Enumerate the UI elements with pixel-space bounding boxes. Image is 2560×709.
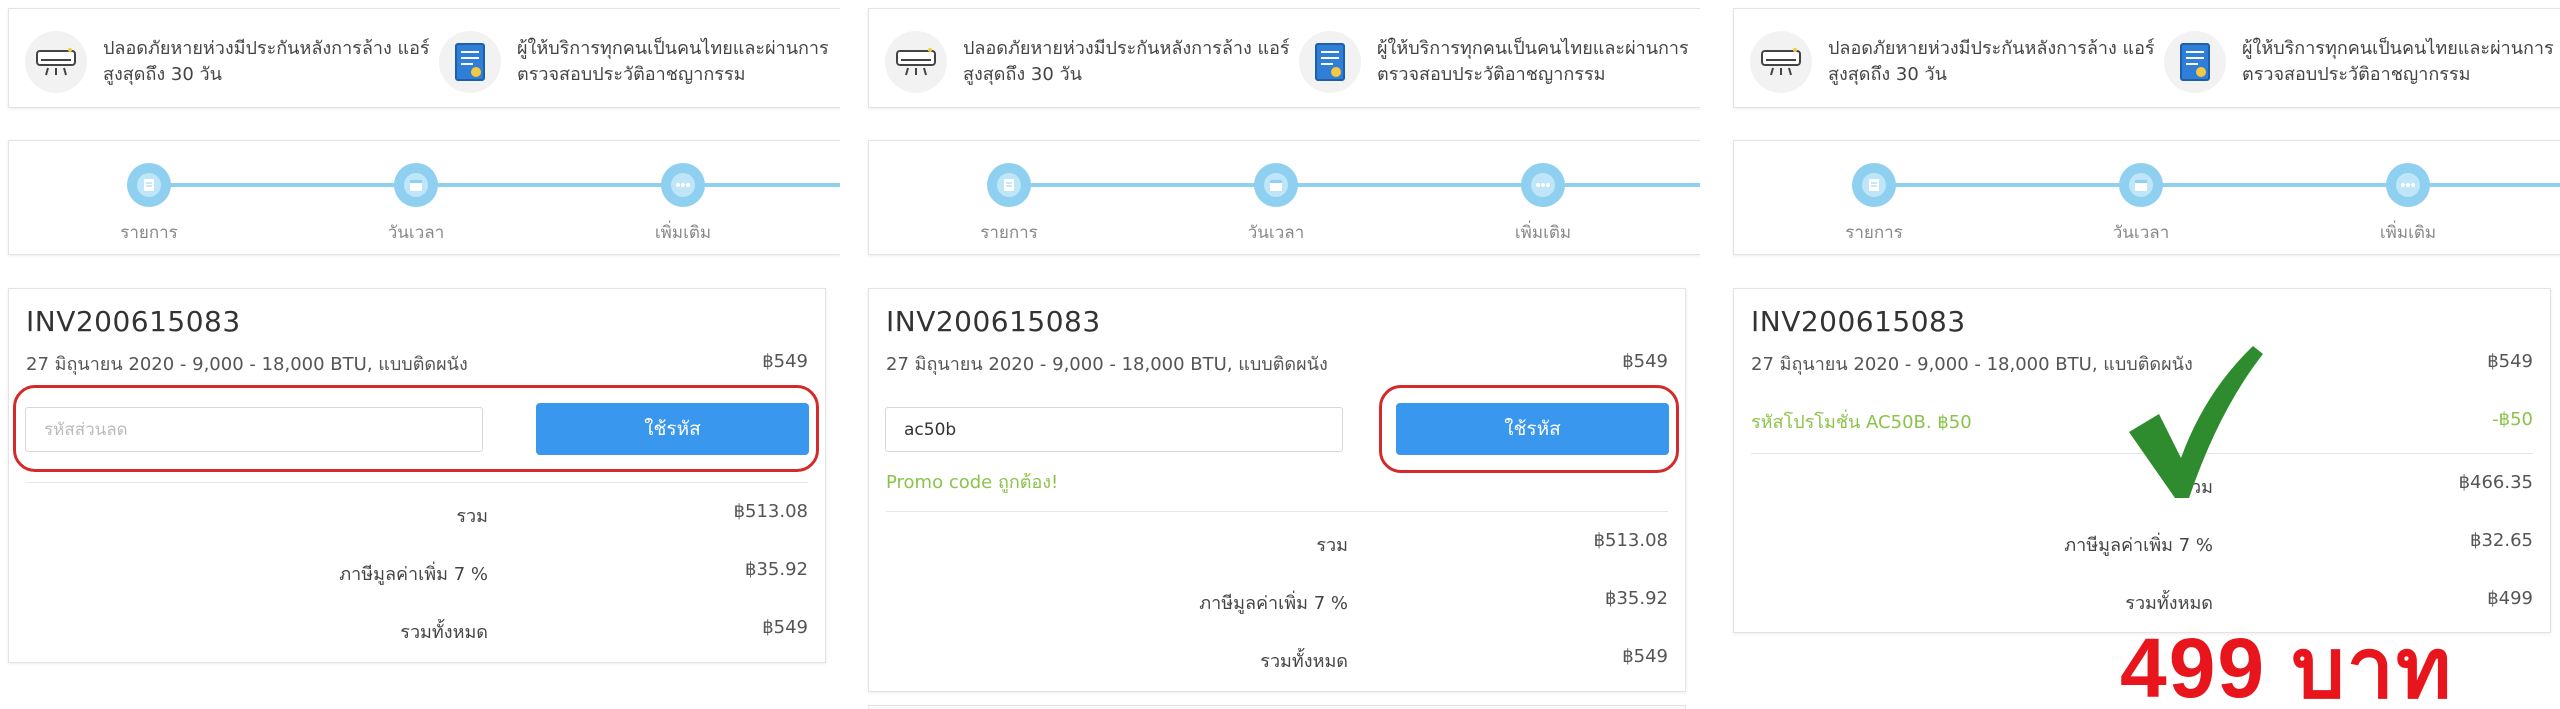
grand-total-value: ฿549 <box>762 617 808 638</box>
order-price: ฿549 <box>762 351 808 372</box>
step-label: รายการ <box>980 223 1038 243</box>
certificate-document-icon <box>439 31 501 93</box>
more-dots-icon <box>2396 173 2420 197</box>
step-datetime[interactable]: วันเวลา <box>356 163 476 246</box>
grand-total-row: รวมทั้งหมด ฿549 <box>869 646 1668 672</box>
step-label: รายการ <box>120 223 178 243</box>
certificate-document-icon <box>1299 31 1361 93</box>
grand-total-value: ฿549 <box>1622 646 1668 667</box>
apply-promo-button[interactable]: ใช้รหัส <box>1396 403 1669 455</box>
document-icon <box>997 173 1021 197</box>
booking-stepper: รายการ วันเวลา เพิ่มเติม <box>8 140 840 255</box>
feature-banner: ปลอดภัยหายห่วงมีประกันหลังการล้าง แอร์สู… <box>868 8 1700 108</box>
feature-verified: ผู้ให้บริการทุกคนเป็นคนไทยและผ่านการ ตรว… <box>1299 31 1700 93</box>
grand-total-label: รวมทั้งหมด <box>1260 651 1348 672</box>
applied-promo-label: รหัสโปรโมชั่น AC50B. ฿50 <box>1751 412 1972 433</box>
feature-verified-text: ผู้ให้บริการทุกคนเป็นคนไทยและผ่านการ ตรว… <box>517 38 829 85</box>
applied-promo-discount: -฿50 <box>2492 409 2533 430</box>
step-items[interactable]: รายการ <box>89 163 209 246</box>
grand-total-label: รวมทั้งหมด <box>400 622 488 643</box>
calendar-icon <box>1264 173 1288 197</box>
vat-row: ภาษีมูลค่าเพิ่ม 7 % ฿35.92 <box>869 588 1668 614</box>
divider <box>26 482 808 483</box>
step-more[interactable]: เพิ่มเติม <box>623 163 743 246</box>
feature-verified-text: ผู้ให้บริการทุกคนเป็นคนไทยและผ่านการ ตรว… <box>2242 38 2554 85</box>
step-label: วันเวลา <box>387 223 445 243</box>
feature-banner: ปลอดภัยหายห่วงมีประกันหลังการล้าง แอร์สู… <box>1733 8 2560 108</box>
divider <box>886 511 1668 512</box>
subtotal-value: ฿466.35 <box>2458 472 2533 493</box>
feature-warranty: ปลอดภัยหายห่วงมีประกันหลังการล้าง แอร์สู… <box>1750 31 2158 93</box>
step-items[interactable]: รายการ <box>1814 163 1934 246</box>
feature-warranty: ปลอดภัยหายห่วงมีประกันหลังการล้าง แอร์สู… <box>25 31 433 93</box>
air-conditioner-icon <box>25 31 87 93</box>
subtotal-value: ฿513.08 <box>733 501 808 522</box>
next-card-edge <box>868 705 1686 709</box>
step-datetime[interactable]: วันเวลา <box>1216 163 1336 246</box>
order-description: 27 มิถุนายน 2020 - 9,000 - 18,000 BTU, แ… <box>26 354 468 375</box>
order-description: 27 มิถุนายน 2020 - 9,000 - 18,000 BTU, แ… <box>886 354 1328 375</box>
promo-code-input[interactable] <box>25 407 483 452</box>
document-icon <box>1862 173 1886 197</box>
vat-label: ภาษีมูลค่าเพิ่ม 7 % <box>339 564 488 585</box>
step-label: รายการ <box>1845 223 1903 243</box>
feature-banner: ปลอดภัยหายห่วงมีประกันหลังการล้าง แอร์สู… <box>8 8 840 108</box>
step-more[interactable]: เพิ่มเติม <box>1483 163 1603 246</box>
promo-valid-message: Promo code ถูกต้อง! <box>886 472 1059 493</box>
apply-promo-button[interactable]: ใช้รหัส <box>536 403 809 455</box>
step-label: เพิ่มเติม <box>1514 223 1572 243</box>
feature-verified: ผู้ให้บริการทุกคนเป็นคนไทยและผ่านการ ตรว… <box>439 31 840 93</box>
subtotal-label: รวม <box>1316 535 1348 556</box>
subtotal-label: รวม <box>456 506 488 527</box>
panel-promo-empty: ปลอดภัยหายห่วงมีประกันหลังการล้าง แอร์สู… <box>0 0 840 709</box>
step-label: วันเวลา <box>2112 223 2170 243</box>
order-price: ฿549 <box>2487 351 2533 372</box>
feature-warranty: ปลอดภัยหายห่วงมีประกันหลังการล้าง แอร์สู… <box>885 31 1293 93</box>
step-label: วันเวลา <box>1247 223 1305 243</box>
vat-label: ภาษีมูลค่าเพิ่ม 7 % <box>1199 593 1348 614</box>
vat-row: ภาษีมูลค่าเพิ่ม 7 % ฿32.65 <box>1734 530 2533 556</box>
vat-value: ฿32.65 <box>2470 530 2533 551</box>
step-datetime[interactable]: วันเวลา <box>2081 163 2201 246</box>
order-price: ฿549 <box>1622 351 1668 372</box>
feature-warranty-text: ปลอดภัยหายห่วงมีประกันหลังการล้าง แอร์สู… <box>963 38 1290 85</box>
vat-value: ฿35.92 <box>1605 588 1668 609</box>
final-price-overlay: 499 บาท <box>2120 621 2454 709</box>
air-conditioner-icon <box>885 31 947 93</box>
booking-stepper: รายการ วันเวลา เพิ่มเติม <box>1733 140 2560 255</box>
step-label: เพิ่มเติม <box>654 223 712 243</box>
invoice-number: INV200615083 <box>886 305 1101 338</box>
check-mark-icon <box>2129 346 2263 498</box>
order-summary-card: INV200615083 27 มิถุนายน 2020 - 9,000 - … <box>8 288 826 663</box>
booking-stepper: รายการ วันเวลา เพิ่มเติม <box>868 140 1700 255</box>
invoice-number: INV200615083 <box>26 305 241 338</box>
subtotal-row: รวม ฿513.08 <box>869 530 1668 556</box>
more-dots-icon <box>1531 173 1555 197</box>
subtotal-value: ฿513.08 <box>1593 530 1668 551</box>
grand-total-row: รวมทั้งหมด ฿549 <box>9 617 808 643</box>
more-dots-icon <box>671 173 695 197</box>
feature-warranty-text: ปลอดภัยหายห่วงมีประกันหลังการล้าง แอร์สู… <box>103 38 430 85</box>
panel-promo-entered: ปลอดภัยหายห่วงมีประกันหลังการล้าง แอร์สู… <box>860 0 1700 709</box>
certificate-document-icon <box>2164 31 2226 93</box>
document-icon <box>137 173 161 197</box>
subtotal-row: รวม ฿513.08 <box>9 501 808 527</box>
step-label: เพิ่มเติม <box>2379 223 2437 243</box>
grand-total-value: ฿499 <box>2487 588 2533 609</box>
vat-value: ฿35.92 <box>745 559 808 580</box>
step-more[interactable]: เพิ่มเติม <box>2348 163 2468 246</box>
feature-verified-text: ผู้ให้บริการทุกคนเป็นคนไทยและผ่านการ ตรว… <box>1377 38 1689 85</box>
vat-label: ภาษีมูลค่าเพิ่ม 7 % <box>2064 535 2213 556</box>
invoice-number: INV200615083 <box>1751 305 1966 338</box>
step-items[interactable]: รายการ <box>949 163 1069 246</box>
calendar-icon <box>404 173 428 197</box>
feature-verified: ผู้ให้บริการทุกคนเป็นคนไทยและผ่านการ ตรว… <box>2164 31 2560 93</box>
feature-warranty-text: ปลอดภัยหายห่วงมีประกันหลังการล้าง แอร์สู… <box>1828 38 2155 85</box>
promo-code-input[interactable] <box>885 407 1343 452</box>
order-summary-card: INV200615083 27 มิถุนายน 2020 - 9,000 - … <box>868 288 1686 692</box>
vat-row: ภาษีมูลค่าเพิ่ม 7 % ฿35.92 <box>9 559 808 585</box>
calendar-icon <box>2129 173 2153 197</box>
panel-promo-applied: ปลอดภัยหายห่วงมีประกันหลังการล้าง แอร์สู… <box>1725 0 2560 709</box>
air-conditioner-icon <box>1750 31 1812 93</box>
